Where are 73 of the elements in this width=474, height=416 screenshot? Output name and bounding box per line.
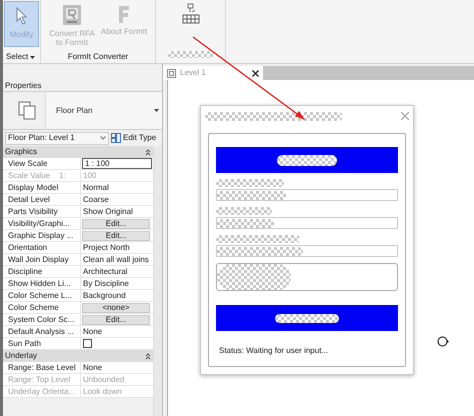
grid-tool-icon[interactable] xyxy=(180,3,200,25)
edit-button[interactable]: <none> xyxy=(82,303,150,313)
edit-button[interactable]: Edit... xyxy=(82,231,150,241)
value-text: Normal xyxy=(82,183,109,192)
value-text: None xyxy=(82,363,102,372)
property-label: Scale Value 1: xyxy=(8,171,66,180)
property-label: Visibility/Graphi... xyxy=(8,219,70,228)
section-header[interactable]: Graphics xyxy=(3,146,153,158)
redaction-mark xyxy=(216,207,272,215)
value-text: Architectural xyxy=(82,267,128,276)
property-label: System Color Sc... xyxy=(8,315,74,324)
value-text: 100 xyxy=(82,171,96,180)
property-label: Color Scheme xyxy=(8,303,59,312)
cursor-circle-icon xyxy=(437,336,449,347)
property-label: Detail Level xyxy=(8,195,50,204)
redaction-mark xyxy=(217,218,275,228)
property-label: Color Scheme L... xyxy=(8,291,72,300)
value-text: Project North xyxy=(82,243,130,252)
chevron-down-icon[interactable] xyxy=(100,136,106,140)
value-text: None xyxy=(82,327,102,336)
redaction-mark xyxy=(277,154,337,166)
cursor-icon xyxy=(14,7,28,25)
panel-label: FormIt Converter xyxy=(66,51,130,63)
type-selector[interactable]: Floor Plan xyxy=(45,92,162,129)
value-text: Show Original xyxy=(82,207,133,216)
input-field[interactable] xyxy=(216,245,398,257)
view-icon xyxy=(167,68,176,78)
value-field[interactable]: 1 : 100 xyxy=(82,158,152,169)
status-text: Status: Waiting for user input... xyxy=(219,345,330,357)
property-label: Wall Join Display xyxy=(8,255,69,264)
dropdown-icon[interactable] xyxy=(30,56,36,58)
collapse-icon[interactable] xyxy=(145,148,151,156)
dropdown-icon[interactable] xyxy=(154,109,159,112)
redaction-mark xyxy=(216,179,284,187)
property-label: Underlay Orienta... xyxy=(8,387,76,396)
redaction-mark xyxy=(275,314,339,322)
input-field[interactable] xyxy=(216,217,398,229)
property-label: Show Hidden Li... xyxy=(8,279,71,288)
floor-plan-icon xyxy=(17,100,37,120)
property-label: Graphic Display ... xyxy=(8,231,74,240)
edit-button[interactable]: Edit... xyxy=(82,315,150,325)
edit-type-icon xyxy=(111,133,121,143)
property-label: Discipline xyxy=(8,267,42,276)
property-label: Parts Visibility xyxy=(8,207,58,216)
property-label: View Scale xyxy=(8,159,48,168)
scrollbar[interactable] xyxy=(153,146,162,416)
letter-f-icon xyxy=(116,4,132,24)
value-text: Background xyxy=(82,291,126,300)
property-label: Range: Base Level xyxy=(8,363,76,372)
redaction-mark xyxy=(168,51,214,58)
value-text: Unbounded xyxy=(82,375,124,384)
edit-type-button[interactable]: Edit Type xyxy=(111,132,156,144)
property-label: Range: Top Level xyxy=(8,375,70,384)
input-field[interactable] xyxy=(216,189,398,201)
value-text: Clean all wall joins xyxy=(82,255,149,264)
value-text: Coarse xyxy=(82,195,109,204)
property-label: Display Model xyxy=(8,183,58,192)
property-label: Sun Path xyxy=(8,339,41,348)
section-header[interactable]: Underlay xyxy=(3,350,153,362)
value-text: Look down xyxy=(82,387,122,396)
edit-button[interactable]: Edit... xyxy=(82,219,150,229)
property-label: Default Analysis ... xyxy=(8,327,74,336)
action-button[interactable] xyxy=(216,305,398,331)
action-button[interactable] xyxy=(216,147,398,173)
panel-label: Select xyxy=(6,51,28,63)
document-icon xyxy=(62,4,82,26)
view-dropdown[interactable]: Floor Plan: Level 1 xyxy=(5,132,109,144)
checkbox[interactable] xyxy=(83,339,92,348)
redaction-mark xyxy=(217,190,287,200)
value-text: By Discipline xyxy=(82,279,129,288)
close-icon[interactable] xyxy=(252,70,259,76)
property-label: Orientation xyxy=(8,243,48,252)
collapse-icon[interactable] xyxy=(145,352,151,360)
